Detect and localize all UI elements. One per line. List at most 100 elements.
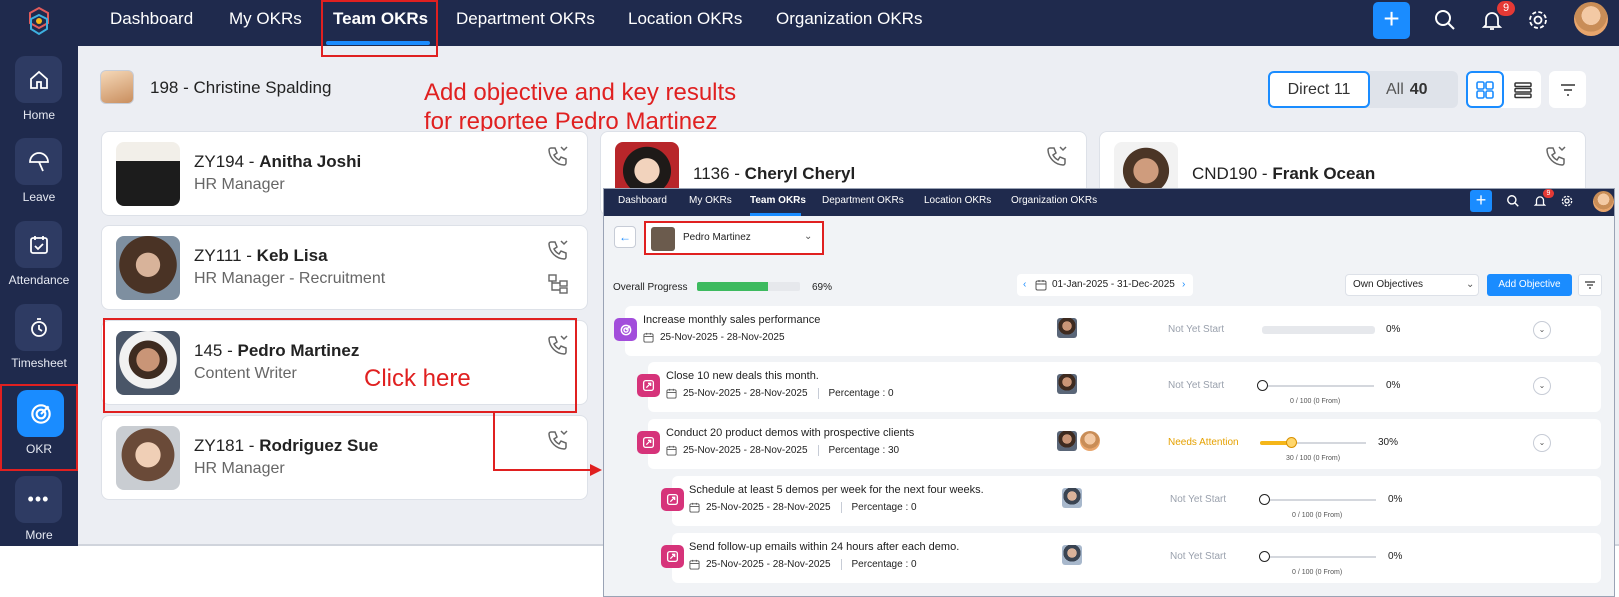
instruction-annotation-line1: Add objective and key results [424, 79, 737, 106]
sidebar-item-more[interactable]: ••• More [0, 472, 78, 556]
call-icon[interactable] [546, 428, 570, 452]
sidebar-item-attendance[interactable]: Attendance [0, 217, 78, 301]
employee-photo [116, 426, 180, 490]
overall-progress-label: Overall Progress [613, 282, 688, 293]
key-result-progress-knob[interactable] [1259, 494, 1270, 505]
key-result-row[interactable]: Conduct 20 product demos with prospectiv… [637, 419, 1601, 469]
owner-avatar[interactable] [1057, 374, 1077, 394]
employee-name: CND190 - Frank Ocean [1192, 164, 1376, 183]
key-result-percentage: Percentage : 0 [851, 502, 917, 513]
org-hierarchy-icon[interactable] [547, 273, 569, 295]
add-objective-button[interactable]: Add Objective [1487, 274, 1572, 296]
list-view-button[interactable] [1505, 71, 1541, 108]
key-result-dates: 25-Nov-2025 - 28-Nov-2025 [706, 559, 831, 570]
owner-avatar[interactable] [1057, 431, 1077, 451]
grid-view-button[interactable] [1466, 71, 1504, 108]
inset-user-avatar[interactable] [1593, 191, 1614, 212]
calendar-icon [666, 388, 677, 399]
tab-organization-okrs[interactable]: Organization OKRs [776, 0, 922, 46]
inset-add-button[interactable]: + [1470, 190, 1492, 212]
sidebar-item-leave[interactable]: Leave [0, 134, 78, 218]
owner-avatar[interactable] [1057, 318, 1077, 338]
sidebar-item-okr[interactable]: OKR [0, 384, 78, 471]
manager-name[interactable]: 198 - Christine Spalding [150, 78, 331, 98]
key-result-dates: 25-Nov-2025 - 28-Nov-2025 [683, 388, 808, 399]
inset-tab-my-okrs[interactable]: My OKRs [689, 189, 732, 216]
user-avatar[interactable] [1574, 2, 1608, 36]
call-icon[interactable] [546, 144, 570, 168]
inset-tab-team-okrs[interactable]: Team OKRs [750, 189, 806, 216]
key-result-meta: 25-Nov-2025 - 28-Nov-2025 Percentage : 0 [689, 559, 917, 570]
date-range-text: 01-Jan-2025 - 31-Dec-2025 [1052, 279, 1175, 290]
sidebar-label-timesheet: Timesheet [11, 356, 67, 370]
call-icon[interactable] [1045, 144, 1069, 168]
key-result-progress-knob[interactable] [1286, 437, 1297, 448]
sidebar-label-more: More [25, 528, 53, 542]
sidebar-label-attendance: Attendance [8, 273, 70, 287]
add-button[interactable]: + [1373, 2, 1410, 39]
owner-avatar[interactable] [1062, 545, 1082, 565]
sidebar-label-leave: Leave [22, 190, 56, 204]
notification-badge: 9 [1497, 1, 1515, 16]
search-icon[interactable] [1433, 8, 1457, 32]
key-result-row[interactable]: Close 10 new deals this month. 25-Nov-20… [637, 362, 1601, 412]
chevron-down-icon[interactable]: ⌄ [1533, 377, 1551, 395]
employee-photo [116, 142, 180, 206]
inset-tab-organization-okrs[interactable]: Organization OKRs [1011, 189, 1097, 216]
sub-key-result-row[interactable]: Send follow-up emails within 24 hours af… [661, 533, 1601, 583]
employee-card[interactable]: ZY111 - Keb Lisa HR Manager - Recruitmen… [101, 225, 588, 310]
tab-dashboard[interactable]: Dashboard [110, 0, 193, 46]
inset-filter-button[interactable] [1578, 274, 1602, 296]
key-result-icon [661, 488, 684, 511]
sub-key-result-row[interactable]: Schedule at least 5 demos per week for t… [661, 476, 1601, 526]
chevron-down-icon[interactable]: ⌄ [1533, 321, 1551, 339]
owner-avatar[interactable] [1062, 488, 1082, 508]
employee-role: HR Manager [194, 176, 285, 193]
view-toggle [1466, 71, 1541, 108]
chevron-down-icon: ⌄ [1466, 279, 1475, 290]
key-result-dates: 25-Nov-2025 - 28-Nov-2025 [706, 502, 831, 513]
key-result-progress-track [1268, 385, 1374, 387]
calendar-icon [1035, 280, 1047, 291]
owner-avatar[interactable] [1080, 431, 1100, 451]
inset-tab-department-okrs[interactable]: Department OKRs [822, 189, 904, 216]
sidebar-item-home[interactable]: Home [0, 52, 78, 136]
key-result-progress-knob[interactable] [1257, 380, 1268, 391]
more-icon: ••• [27, 489, 50, 509]
employee-card[interactable]: ZY181 - Rodriguez Sue HR Manager [101, 415, 588, 500]
okr-detail-inset: Dashboard My OKRs Team OKRs Department O… [603, 188, 1615, 597]
key-result-icon [661, 545, 684, 568]
key-result-meta: 25-Nov-2025 - 28-Nov-2025 Percentage : 0 [689, 502, 917, 513]
sidebar-item-timesheet[interactable]: Timesheet [0, 300, 78, 384]
settings-gear-icon[interactable] [1526, 8, 1550, 32]
click-here-annotation-box [103, 318, 577, 413]
chevron-down-icon[interactable]: ⌄ [1533, 434, 1551, 452]
tab-department-okrs[interactable]: Department OKRs [456, 0, 595, 46]
chevron-left-icon[interactable]: ‹ [1023, 274, 1026, 296]
overall-progress-percent: 69% [812, 282, 833, 293]
date-range-picker[interactable]: ‹ 01-Jan-2025 - 31-Dec-2025 › [1017, 274, 1193, 296]
tab-my-okrs[interactable]: My OKRs [229, 0, 302, 46]
employee-name: 1136 - Cheryl Cheryl [693, 164, 856, 183]
sidebar-label-okr: OKR [25, 442, 52, 456]
back-button[interactable]: ← [614, 226, 636, 248]
key-result-from-text: 0 / 100 (0 From) [1292, 512, 1343, 519]
attendance-icon [29, 235, 48, 254]
chevron-right-icon[interactable]: › [1182, 274, 1185, 296]
objective-row[interactable]: Increase monthly sales performance 25-No… [614, 306, 1601, 356]
key-result-progress-knob[interactable] [1259, 551, 1270, 562]
filter-button[interactable] [1549, 71, 1586, 108]
objective-filter-select[interactable]: Own Objectives ⌄ [1345, 274, 1479, 296]
inset-search-icon[interactable] [1506, 194, 1520, 208]
employee-card[interactable]: ZY194 - Anitha Joshi HR Manager [101, 131, 588, 216]
inset-tab-location-okrs[interactable]: Location OKRs [924, 189, 991, 216]
tab-location-okrs[interactable]: Location OKRs [628, 0, 742, 46]
call-icon[interactable] [546, 238, 570, 262]
call-icon[interactable] [1544, 144, 1568, 168]
inset-settings-gear-icon[interactable] [1560, 194, 1574, 208]
employee-selector[interactable]: Pedro Martinez ⌄ [644, 221, 824, 255]
key-result-title: Conduct 20 product demos with prospectiv… [666, 427, 915, 439]
direct-filter-button[interactable]: Direct 11 [1268, 71, 1370, 108]
inset-tab-dashboard[interactable]: Dashboard [618, 189, 667, 216]
all-filter-button[interactable]: All 40 [1386, 71, 1428, 108]
